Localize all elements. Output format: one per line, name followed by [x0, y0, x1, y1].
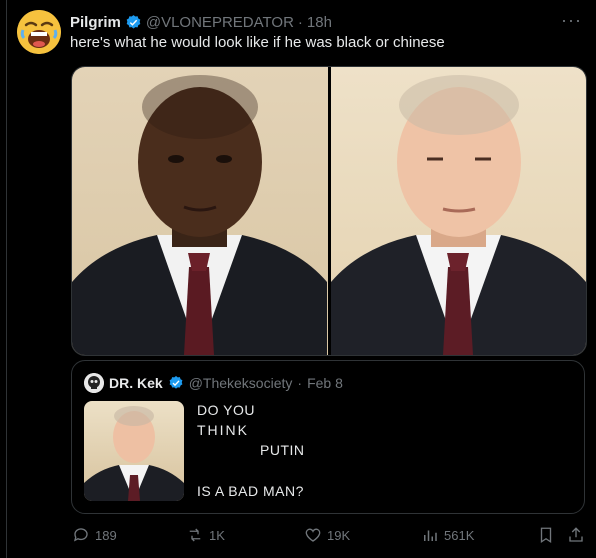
like-button[interactable]: 19K — [304, 526, 350, 544]
left-border — [6, 0, 7, 558]
repost-icon — [189, 528, 201, 542]
portrait-illustration-right — [330, 75, 586, 355]
reply-button[interactable]: 189 — [72, 526, 117, 544]
quoted-author-handle[interactable]: @Thekeksociety — [189, 375, 293, 391]
skull-icon — [84, 373, 104, 393]
quoted-text-line-1: DO YOU — [197, 402, 255, 418]
verified-badge-icon — [169, 376, 183, 389]
tweet-actions: 189 1K 19K 561K — [0, 526, 596, 548]
separator-dot: · — [297, 13, 303, 31]
repost-count: 1K — [209, 527, 225, 543]
bookmark-button[interactable] — [537, 526, 555, 544]
quoted-tweet-image[interactable] — [84, 401, 184, 501]
quoted-author-avatar[interactable] — [84, 373, 104, 393]
quoted-tweet-header: DR. Kek @Thekeksociety · Feb 8 — [84, 373, 343, 393]
views-button[interactable]: 561K — [421, 526, 474, 544]
tweet-text: here's what he would look like if he was… — [70, 34, 445, 51]
reply-count: 189 — [95, 527, 117, 543]
verified-badge-icon — [126, 14, 141, 29]
reply-icon — [73, 528, 88, 542]
repost-button[interactable]: 1K — [186, 526, 225, 544]
more-options-icon[interactable]: ··· — [561, 10, 582, 31]
share-icon — [569, 527, 583, 542]
views-count: 561K — [444, 527, 475, 543]
quoted-text-line-2: THINK — [197, 422, 249, 438]
media-image-right[interactable] — [330, 67, 586, 355]
tweet-media[interactable] — [71, 66, 587, 356]
quoted-author-name[interactable]: DR. Kek — [109, 375, 163, 391]
views-icon — [424, 530, 437, 541]
author-avatar[interactable] — [17, 10, 61, 54]
bookmark-icon — [540, 527, 552, 544]
tweet-time[interactable]: 18h — [307, 14, 332, 31]
quoted-text-line-4: IS A BAD MAN? — [197, 483, 304, 499]
share-button[interactable] — [567, 526, 585, 544]
tweet-header: Pilgrim @VLONEPREDATOR · 18h — [70, 12, 332, 32]
quoted-text-line-3: PUTIN — [260, 442, 305, 458]
portrait-illustration-left — [72, 75, 327, 355]
laughing-emoji-icon — [17, 10, 61, 54]
separator-dot: · — [297, 375, 303, 391]
like-count: 19K — [327, 527, 351, 543]
media-image-left[interactable] — [72, 67, 328, 355]
portrait-thumbnail — [84, 406, 184, 501]
heart-icon — [305, 528, 321, 542]
quoted-tweet-date[interactable]: Feb 8 — [307, 375, 343, 391]
author-handle[interactable]: @VLONEPREDATOR — [146, 14, 294, 31]
quoted-tweet[interactable]: DR. Kek @Thekeksociety · Feb 8 DO YOU TH… — [71, 360, 585, 514]
author-name[interactable]: Pilgrim — [70, 14, 121, 31]
